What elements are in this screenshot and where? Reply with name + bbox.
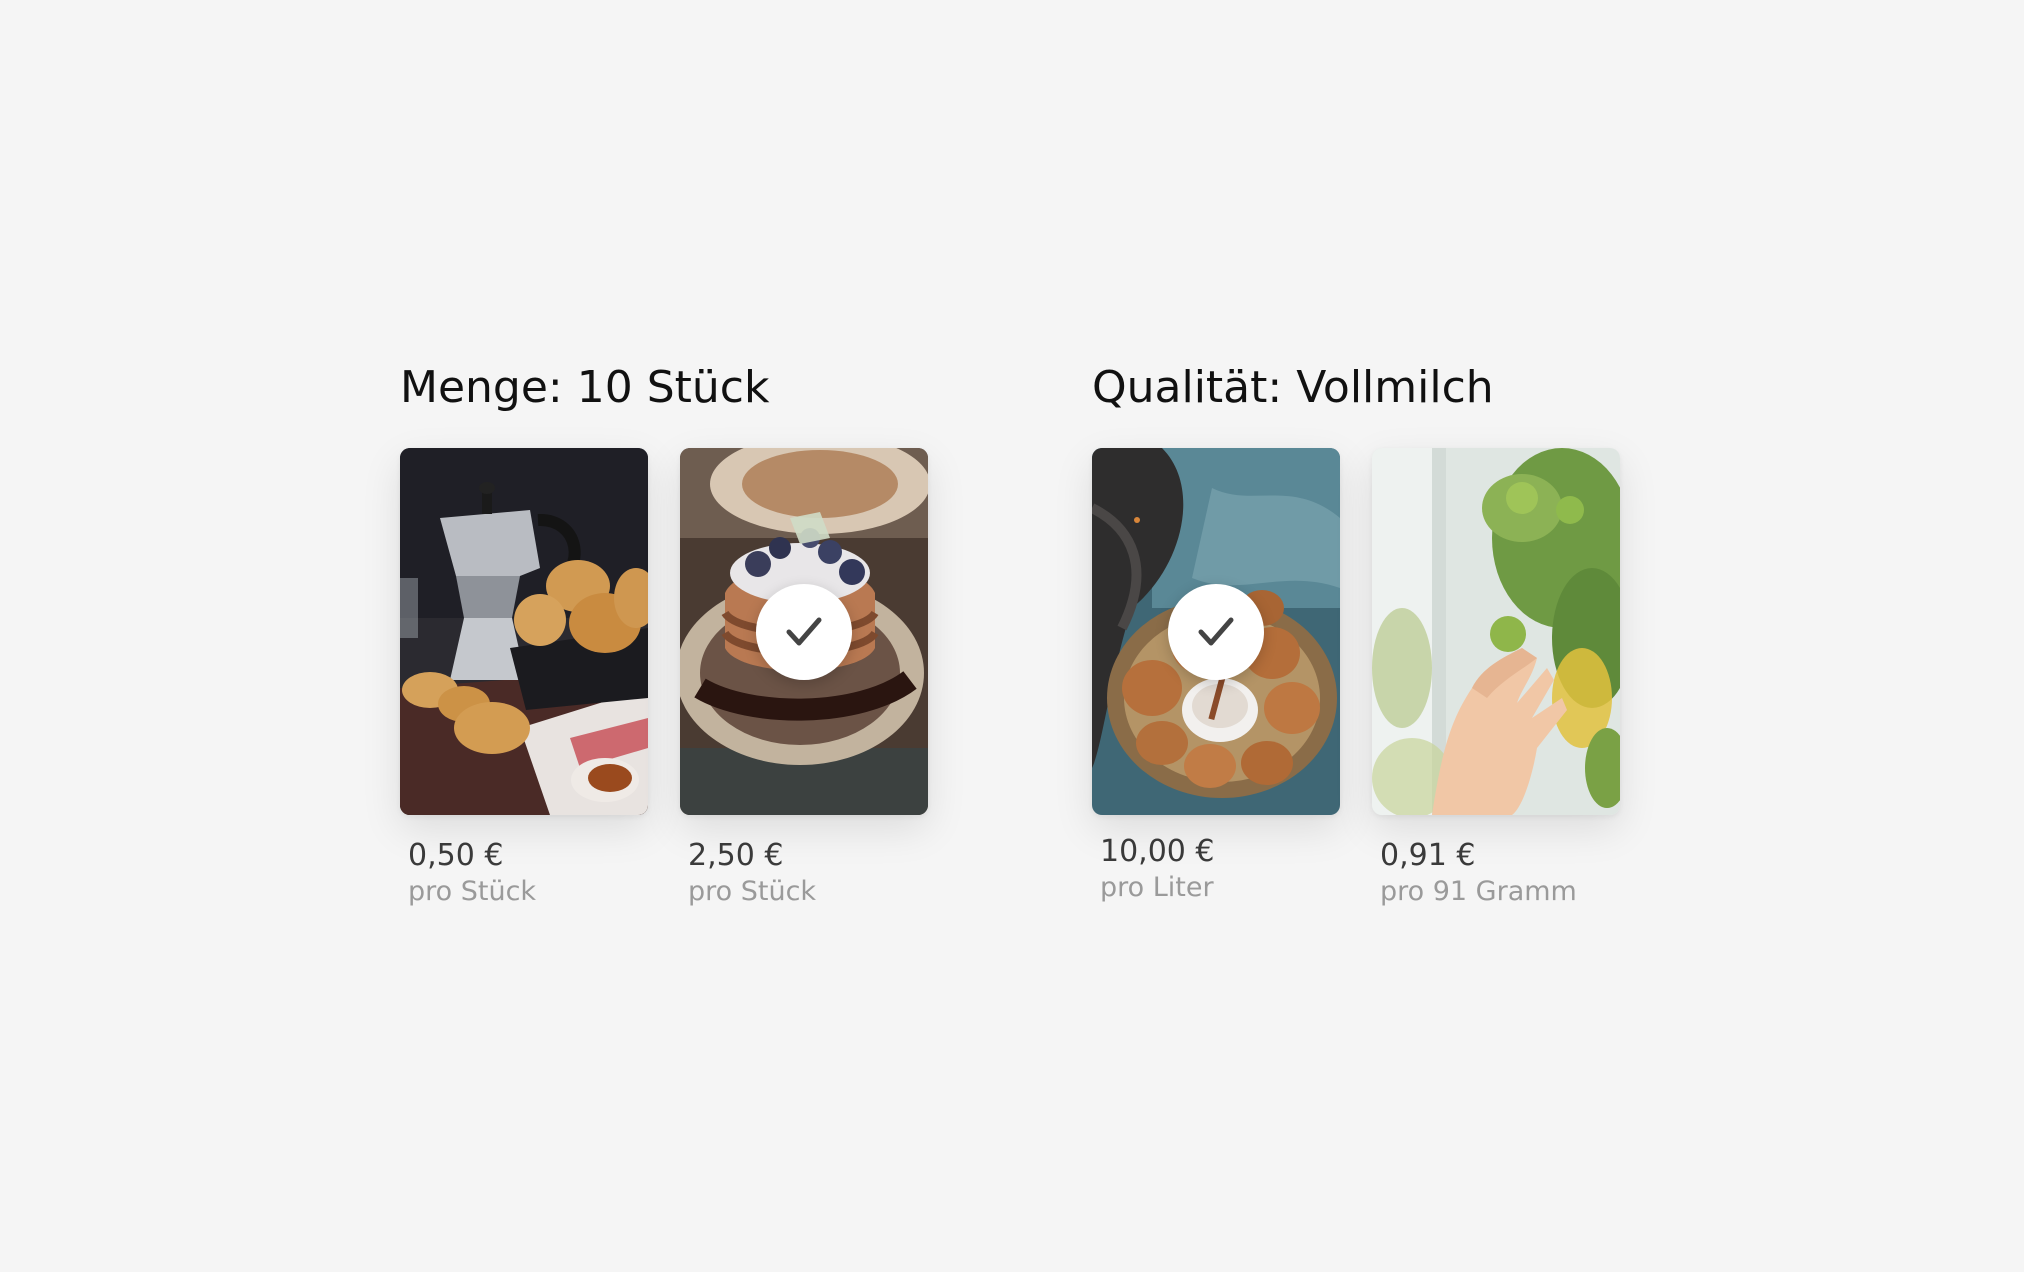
variant-options: 10,00 € pro Liter 0,91 € pro 91 Gramm	[1092, 448, 1620, 928]
variant-option-cookies[interactable]: 0,50 € pro Stück	[400, 448, 648, 909]
variant-options: 0,50 € pro Stück 2,50 € pro Stück	[400, 448, 928, 928]
variant-group-title: Qualität: Vollmilch	[1092, 362, 1494, 413]
checkmark-icon	[786, 617, 822, 646]
variant-group-quality: Qualität: Vollmilch 10,00 € pro Liter 0,…	[1092, 358, 1620, 928]
variant-unit: pro Liter	[1100, 872, 1214, 903]
variant-price: 2,50 €	[688, 838, 784, 873]
cookies-and-moka-pot-photo	[400, 448, 648, 815]
variant-group-title: Menge: 10 Stück	[400, 362, 770, 413]
variant-price: 0,91 €	[1380, 838, 1476, 873]
variant-image-cookies-plate[interactable]	[1092, 448, 1340, 815]
variant-option-lime[interactable]: 0,91 € pro 91 Gramm	[1372, 448, 1620, 909]
variant-image-cookies[interactable]	[400, 448, 648, 815]
variant-option-cookies-plate[interactable]: 10,00 € pro Liter	[1092, 448, 1340, 905]
variant-image-pancakes[interactable]	[680, 448, 928, 815]
checkmark-icon	[1198, 617, 1234, 646]
variant-price: 10,00 €	[1100, 834, 1215, 869]
variant-option-pancakes[interactable]: 2,50 € pro Stück	[680, 448, 928, 909]
variant-image-lime[interactable]	[1372, 448, 1620, 815]
selected-indicator	[1168, 584, 1264, 680]
variant-unit: pro Stück	[688, 876, 817, 907]
variant-unit: pro Stück	[408, 876, 537, 907]
variant-price: 0,50 €	[408, 838, 504, 873]
variant-unit: pro 91 Gramm	[1380, 876, 1577, 907]
selected-indicator	[756, 584, 852, 680]
hand-picking-lime-photo	[1372, 448, 1620, 815]
variant-group-quantity: Menge: 10 Stück 0,50 € pro Stück 2,50 € …	[400, 358, 928, 928]
